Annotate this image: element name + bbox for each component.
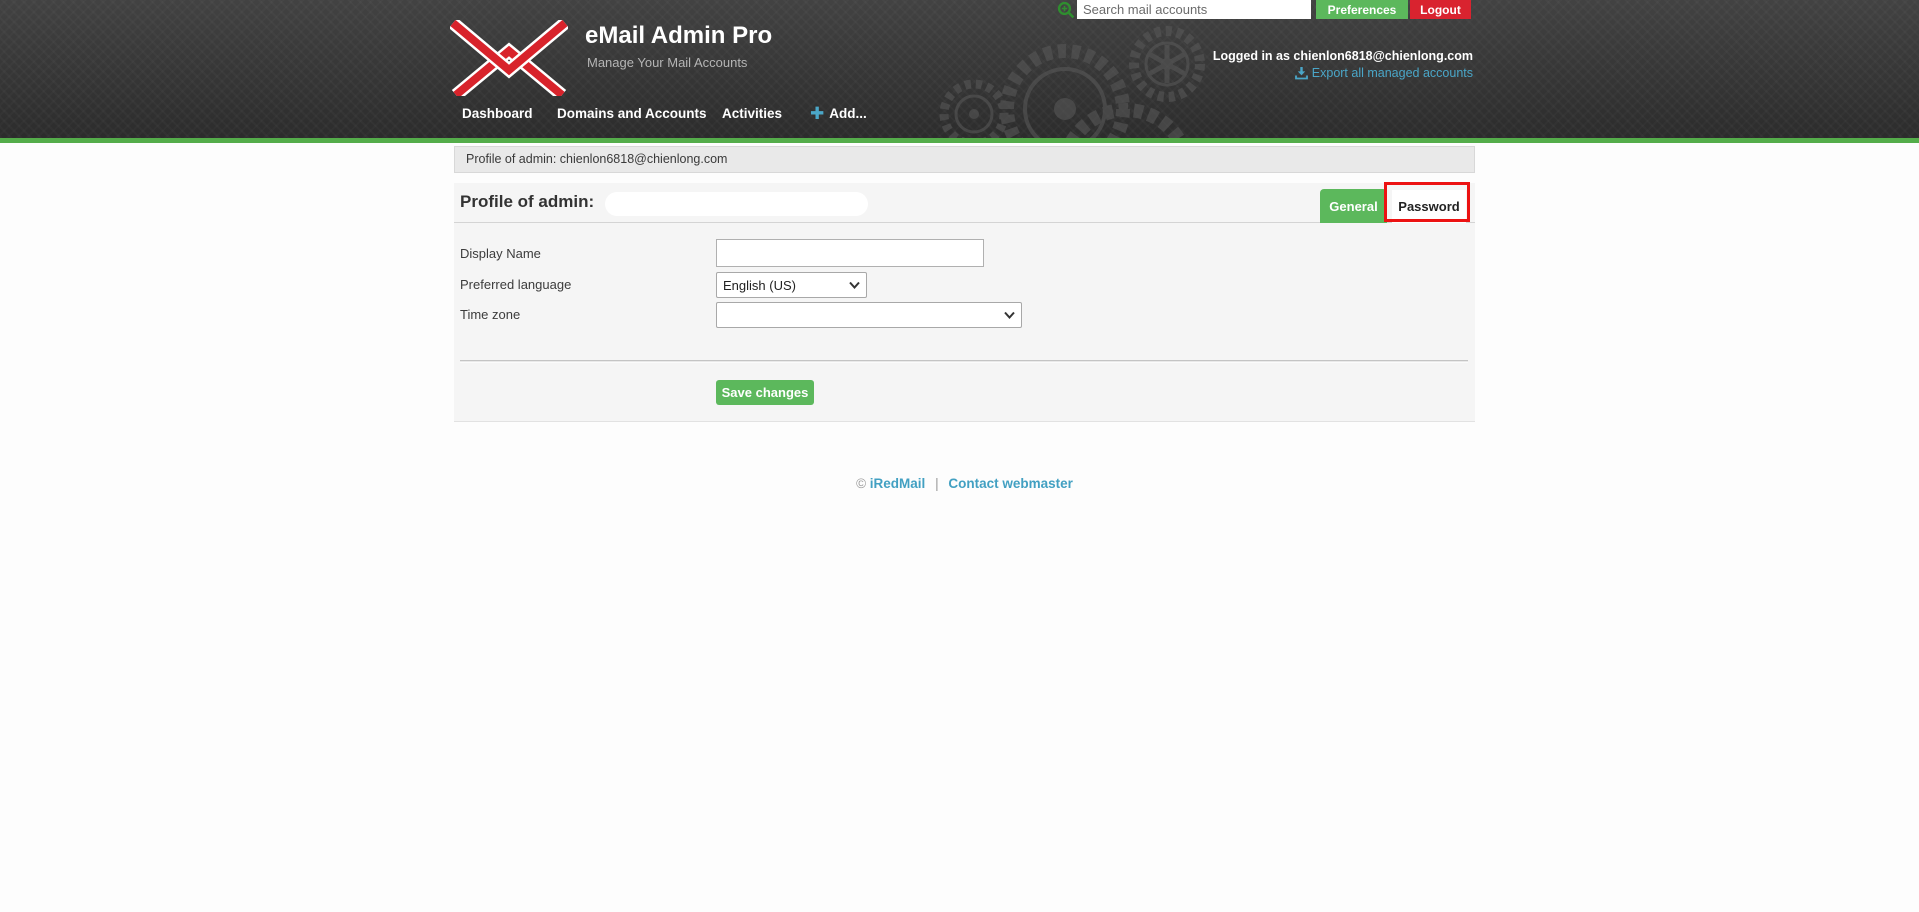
logout-button[interactable]: Logout <box>1410 0 1471 19</box>
copyright-symbol: © <box>856 476 867 491</box>
display-name-input[interactable] <box>716 239 984 267</box>
nav-activities[interactable]: Activities <box>722 106 782 121</box>
tab-general[interactable]: General <box>1320 189 1387 223</box>
app-subtitle: Manage Your Mail Accounts <box>587 55 748 70</box>
app-title: eMail Admin Pro <box>585 22 773 49</box>
plus-icon: ✚ <box>810 104 825 123</box>
save-changes-button[interactable]: Save changes <box>716 380 814 405</box>
preferred-language-label: Preferred language <box>460 277 572 292</box>
breadcrumb: Profile of admin: chienlon6818@chienlong… <box>454 146 1475 173</box>
timezone-select[interactable] <box>716 302 1022 328</box>
gears-decoration <box>939 26 1205 138</box>
search-input[interactable] <box>1077 0 1311 19</box>
nav-add-label: Add... <box>829 106 867 121</box>
nav-domains-accounts[interactable]: Domains and Accounts <box>557 106 707 121</box>
preferences-button[interactable]: Preferences <box>1316 0 1408 19</box>
app-logo-envelope <box>450 20 568 96</box>
logged-in-status: Logged in as chienlon6818@chienlong.com <box>1212 49 1473 63</box>
redacted-email <box>605 192 868 216</box>
contact-webmaster-link[interactable]: Contact webmaster <box>948 476 1073 491</box>
form-divider <box>460 360 1468 363</box>
profile-card: Profile of admin: General Password Displ… <box>454 182 1475 422</box>
page-title: Profile of admin: <box>460 192 595 211</box>
header-accent-line <box>0 138 1919 143</box>
header: Preferences Logout eMail Admin Pro Manag… <box>0 0 1919 138</box>
search-zoom-icon[interactable] <box>1057 1 1075 19</box>
export-accounts-link[interactable]: Export all managed accounts <box>1294 66 1473 80</box>
nav-add[interactable]: ✚ Add... <box>810 104 867 123</box>
language-select-wrap: English (US) <box>716 272 867 298</box>
download-icon <box>1294 66 1308 79</box>
tab-password[interactable]: Password <box>1392 190 1466 223</box>
nav-dashboard[interactable]: Dashboard <box>462 106 533 121</box>
language-select[interactable]: English (US) <box>716 272 867 298</box>
time-zone-label: Time zone <box>460 307 521 322</box>
display-name-label: Display Name <box>460 246 541 261</box>
footer: © iRedMail | Contact webmaster <box>454 476 1475 491</box>
page: Preferences Logout eMail Admin Pro Manag… <box>0 0 1919 912</box>
timezone-select-wrap <box>716 302 1022 328</box>
export-accounts-label: Export all managed accounts <box>1311 66 1473 80</box>
iredmail-link[interactable]: iRedMail <box>870 476 926 491</box>
footer-separator: | <box>935 476 939 491</box>
